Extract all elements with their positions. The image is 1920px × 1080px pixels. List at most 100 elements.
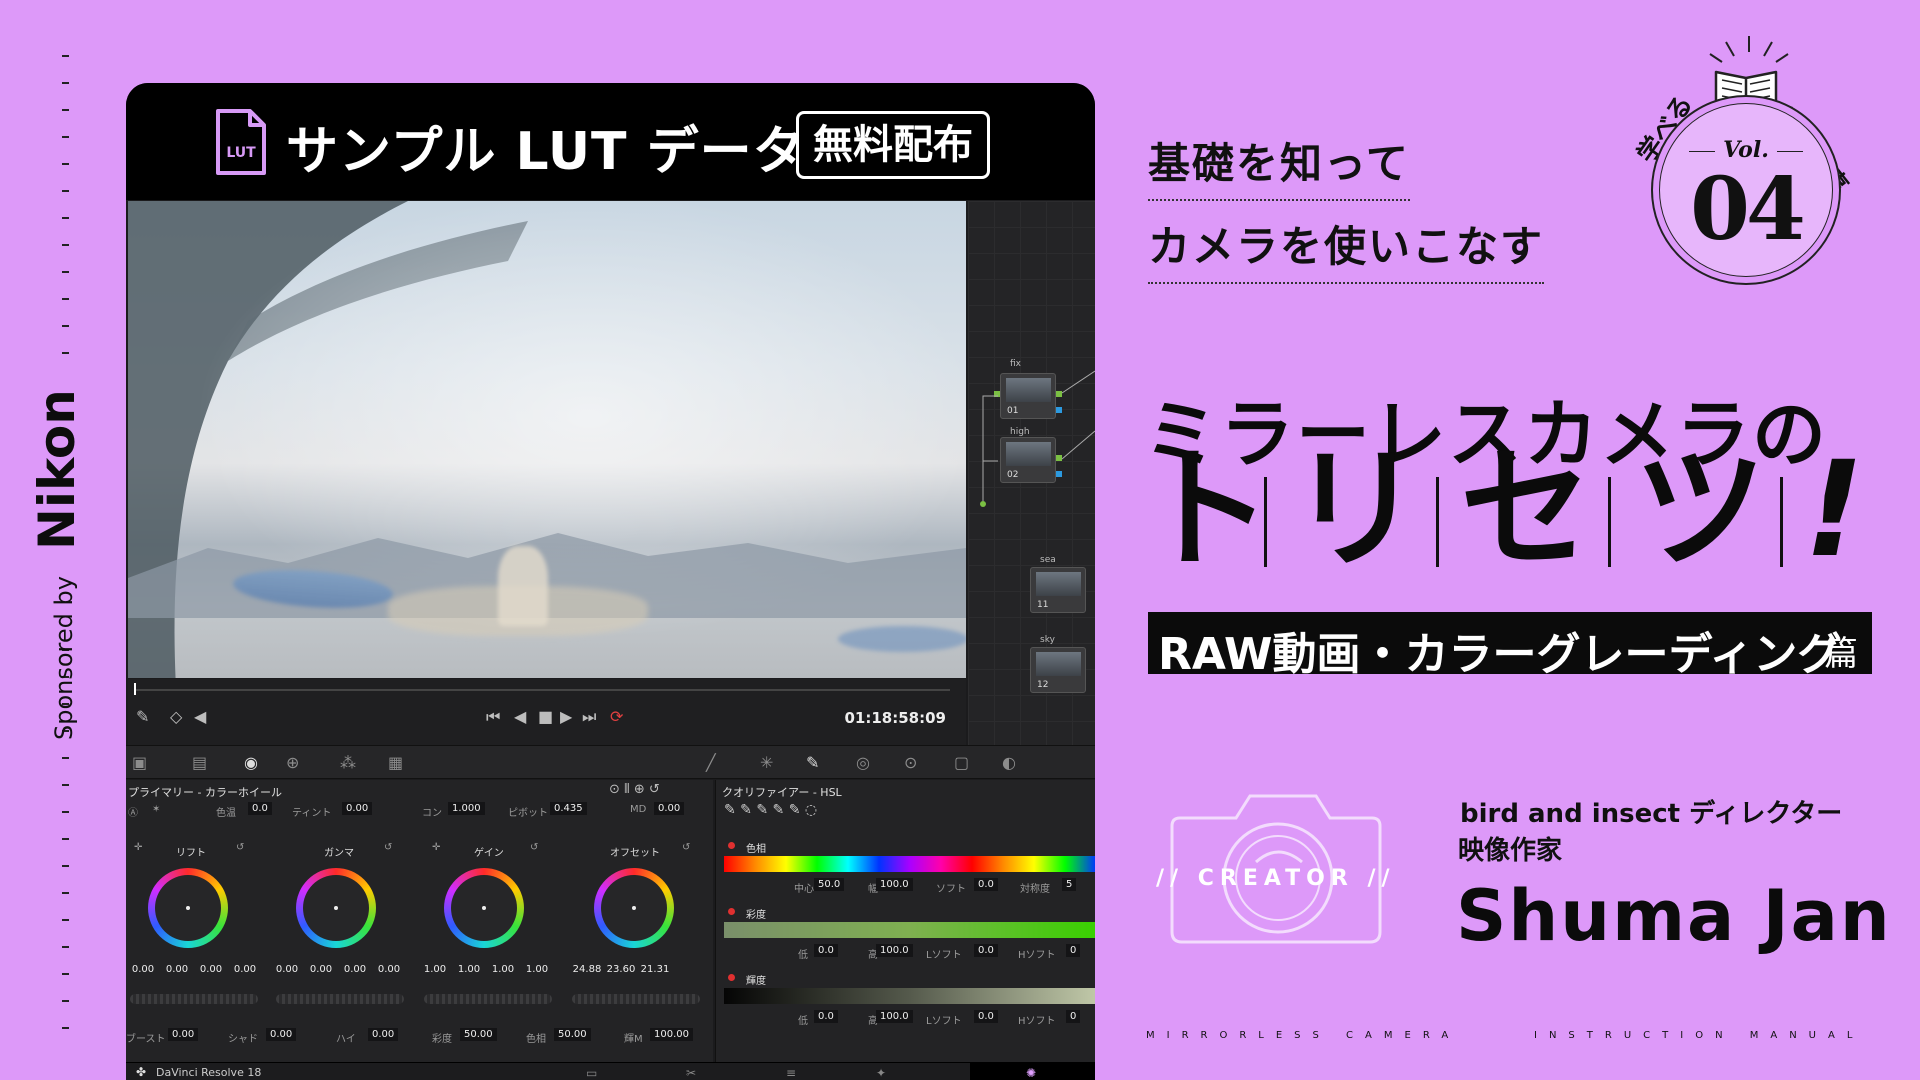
hue-sym-value[interactable]: 5 — [1062, 878, 1077, 891]
rail-tick — [62, 757, 69, 759]
lift-values: 0.00 0.00 0.00 0.00 — [131, 964, 257, 975]
rail-tick — [62, 298, 69, 300]
lum-low-value[interactable]: 0.0 — [814, 1010, 838, 1023]
step-back-icon[interactable]: ◀ — [514, 707, 526, 726]
magic-wand-icon[interactable]: ✶ — [152, 804, 160, 815]
motion-effects-icon[interactable]: ▦ — [388, 753, 403, 772]
rail-tick — [62, 946, 69, 948]
timeline-track[interactable] — [134, 689, 950, 691]
page-media-icon[interactable]: ▭ — [586, 1066, 597, 1080]
page-cut-icon[interactable]: ✂ — [686, 1066, 696, 1080]
eyedropper-icon[interactable]: ✎ — [136, 707, 149, 726]
hue-sym-label: 対称度 — [1020, 884, 1050, 895]
param-value[interactable]: 0.0 — [248, 802, 272, 815]
param-value[interactable]: 0.00 — [266, 1028, 297, 1041]
person-figure — [498, 546, 548, 626]
sat-hsoft-value[interactable]: 0 — [1066, 944, 1081, 957]
param-value[interactable]: 0.00 — [168, 1028, 199, 1041]
hue-toggle[interactable] — [728, 842, 735, 849]
vol-circle: Vol. 04 — [1651, 95, 1841, 285]
reset-icon[interactable]: ↺ — [236, 842, 244, 853]
reset-icon[interactable]: ↺ — [530, 842, 538, 853]
color-wheels-icon[interactable]: ◉ — [244, 753, 258, 772]
window-icon[interactable]: ◎ — [856, 753, 870, 772]
lum-hsoft-value[interactable]: 0 — [1066, 1010, 1081, 1023]
play-icon[interactable]: ▶ — [560, 707, 572, 726]
lum-low-label: 低 — [798, 1016, 808, 1027]
param-value[interactable]: 0.435 — [550, 802, 587, 815]
hue-range-bar[interactable] — [724, 856, 1095, 872]
skip-end-icon[interactable]: ⏭ — [582, 707, 596, 727]
sat-range-bar[interactable] — [724, 922, 1095, 938]
param-value[interactable]: 0.00 — [654, 802, 685, 815]
sat-lsoft-value[interactable]: 0.0 — [974, 944, 998, 957]
reset-icon[interactable]: ↺ — [384, 842, 392, 853]
crosshair-icon[interactable]: ✛ — [432, 842, 440, 853]
creator-role-1: bird and insect ディレクター — [1460, 799, 1843, 829]
status-bar: ✤ DaVinci Resolve 18 ▭ ✂ ≡ ✦ ✺ — [126, 1062, 1095, 1080]
gain-wheel[interactable] — [444, 868, 524, 948]
gamma-master-slider[interactable] — [276, 994, 404, 1004]
panel-mode-icons[interactable]: ⊙ ⦀ ⊕ ↺ — [609, 782, 660, 797]
qualifier-picker-icons[interactable]: ✎ ✎ ✎ ✎ ✎ ◌ — [724, 802, 817, 818]
layers-icon[interactable]: ◇ — [170, 707, 182, 726]
qualifier-icon[interactable]: ✎ — [806, 753, 819, 772]
page-fusion-icon[interactable]: ✦ — [876, 1066, 886, 1080]
reset-icon[interactable]: ↺ — [682, 842, 690, 853]
sat-high-value[interactable]: 100.0 — [876, 944, 913, 957]
magic-mask-icon[interactable]: ▢ — [954, 753, 969, 772]
rail-tick — [62, 865, 69, 867]
stop-icon[interactable]: ■ — [538, 707, 553, 726]
skip-start-icon[interactable]: ⏮ — [486, 707, 500, 727]
title-divider — [1436, 477, 1439, 567]
volume-icon[interactable]: ◀ — [194, 707, 206, 726]
blur-icon[interactable]: ◐ — [1002, 753, 1016, 772]
param-value[interactable]: 50.00 — [460, 1028, 497, 1041]
curves-icon[interactable]: ╱ — [706, 753, 716, 772]
sat-toggle[interactable] — [728, 908, 735, 915]
page-edit-icon[interactable]: ≡ — [786, 1066, 796, 1080]
rail-tick — [62, 109, 69, 111]
video-viewer[interactable] — [128, 201, 966, 678]
crosshair-icon[interactable]: ✛ — [134, 842, 142, 853]
param-value[interactable]: 1.000 — [448, 802, 485, 815]
param-value[interactable]: 0.00 — [368, 1028, 399, 1041]
sat-lsoft-label: Lソフト — [926, 950, 962, 961]
gamma-wheel[interactable] — [296, 868, 376, 948]
gain-master-slider[interactable] — [424, 994, 552, 1004]
loop-icon[interactable]: ⟳ — [610, 707, 623, 726]
param-value[interactable]: 100.00 — [650, 1028, 693, 1041]
color-warper-icon[interactable]: ✳ — [760, 753, 773, 772]
lut-icon-label: LUT — [226, 145, 256, 161]
auto-icon[interactable]: Ⓐ — [128, 804, 138, 819]
lift-wheel[interactable] — [148, 868, 228, 948]
hue-width-value[interactable]: 100.0 — [876, 878, 913, 891]
lum-lsoft-value[interactable]: 0.0 — [974, 1010, 998, 1023]
node-graph[interactable]: fix 01 high 02 sea 11 sky 12 — [968, 201, 1095, 745]
hue-soft-value[interactable]: 0.0 — [974, 878, 998, 891]
sat-low-value[interactable]: 0.0 — [814, 944, 838, 957]
camera-raw-icon[interactable]: ▣ — [132, 753, 147, 772]
param-value[interactable]: 50.00 — [554, 1028, 591, 1041]
resolve-logo-icon: ✤ — [136, 1065, 147, 1079]
page-color-tab[interactable]: ✺ — [970, 1063, 1095, 1080]
lum-toggle[interactable] — [728, 974, 735, 981]
tracker-icon[interactable]: ⊙ — [904, 753, 917, 772]
param-value[interactable]: 0.00 — [342, 802, 373, 815]
lum-high-value[interactable]: 100.0 — [876, 1010, 913, 1023]
color-match-icon[interactable]: ▤ — [192, 753, 207, 772]
gamma-values: 0.00 0.00 0.00 0.00 — [275, 964, 401, 975]
rail-tick — [62, 1000, 69, 1002]
volume-badge: 学べる 連載記事 Vol. 04 — [1624, 36, 1894, 310]
hdr-icon[interactable]: ⊕ — [286, 753, 299, 772]
offset-wheel[interactable] — [594, 868, 674, 948]
hue-center-value[interactable]: 50.0 — [814, 878, 845, 891]
playhead[interactable] — [134, 683, 136, 695]
vol-number: 04 — [1690, 159, 1806, 260]
app-name: DaVinci Resolve 18 — [156, 1066, 262, 1079]
lift-master-slider[interactable] — [130, 994, 258, 1004]
lum-range-bar[interactable] — [724, 988, 1095, 1004]
rgb-mixer-icon[interactable]: ⁂ — [340, 753, 356, 772]
color-toolbar: ▣ ▤ ◉ ⊕ ⁂ ▦ ╱ ✳ ✎ ◎ ⊙ ▢ ◐ — [126, 745, 1095, 779]
offset-master-slider[interactable] — [572, 994, 700, 1004]
